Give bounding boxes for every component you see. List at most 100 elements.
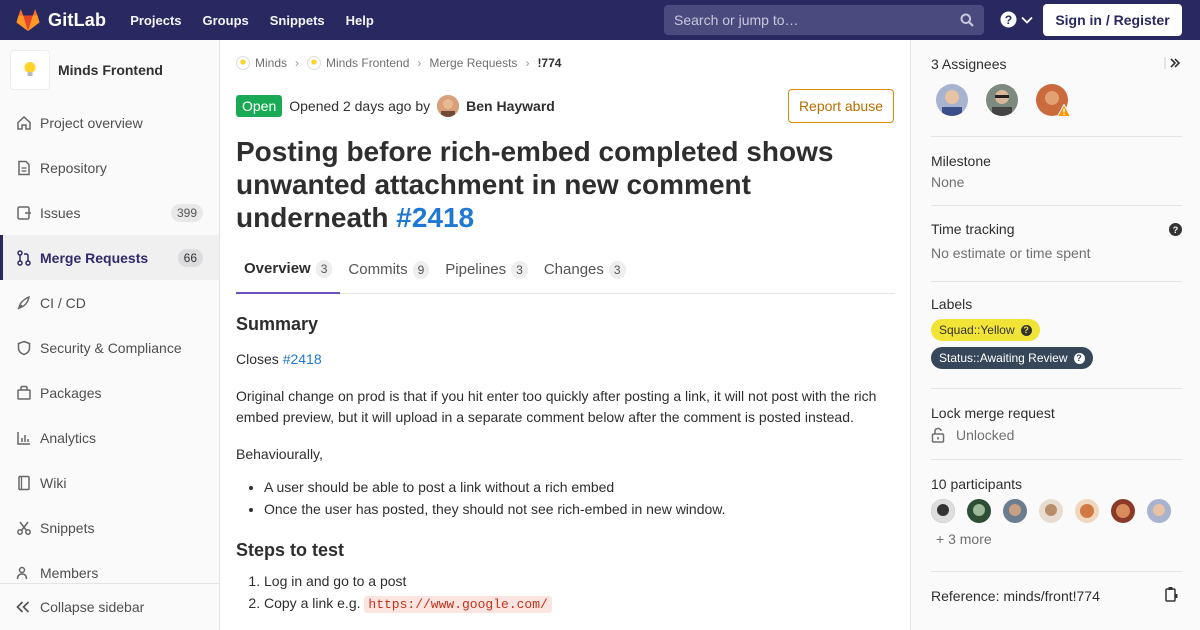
sidebar-item-issues[interactable]: Issues 399 [0,190,219,235]
author-link[interactable]: Ben Hayward [466,98,555,114]
sidebar-item-project-overview[interactable]: Project overview [0,100,219,145]
merge-requests-count-badge: 66 [177,248,203,267]
sidebar-item-label: Wiki [40,474,67,491]
chart-icon [16,429,34,447]
avatar[interactable] [1003,499,1027,523]
list-item: Once the user has posted, they should no… [264,499,896,520]
labels-block: Labels Squad::Yellow ? Status::Awaiting … [931,282,1182,389]
closes-text: Closes [236,351,279,367]
label-status-awaiting-review[interactable]: Status::Awaiting Review ? [931,347,1093,369]
avatar[interactable] [1075,499,1099,523]
description-paragraph: Original change on prod is that if you h… [236,388,877,425]
breadcrumb-label: Minds [255,56,288,70]
merge-request-icon [16,249,34,267]
report-abuse-button[interactable]: Report abuse [787,89,894,123]
label-squad-yellow[interactable]: Squad::Yellow ? [931,319,1040,341]
avatar[interactable] [437,95,460,117]
copy-clipboard-icon[interactable] [1165,586,1178,602]
main-content: Minds › Minds Frontend › Merge Requests … [236,40,896,616]
tab-label: Overview [244,260,311,277]
breadcrumb-minds[interactable]: Minds [236,56,287,70]
sidebar-item-repository[interactable]: Repository [0,145,219,190]
chevron-down-icon [1021,16,1033,24]
sidebar-item-packages[interactable]: Packages [0,370,219,415]
gitlab-tanuki-icon [16,9,40,31]
milestone-block: Milestone None [931,137,1182,206]
sidebar-item-label: Analytics [40,429,97,446]
sidebar-item-snippets[interactable]: Snippets [0,505,219,550]
lightbulb-icon [24,62,36,76]
time-tracking-value: No estimate or time spent [931,245,1091,261]
sidebar-item-label: Security & Compliance [40,339,182,356]
labels-list: Squad::Yellow ? [931,312,1182,341]
lightbulb-icon [307,56,322,70]
avatar[interactable] [1039,499,1063,523]
search-box[interactable] [664,5,984,35]
top-nav-links: Projects Groups Snippets Help [130,13,395,28]
assignees-title: 3 Assignees [931,56,1007,72]
project-avatar [10,50,50,90]
nav-groups-link[interactable]: Groups [203,13,249,28]
sidebar-item-analytics[interactable]: Analytics [0,415,219,460]
collapse-sidebar-button[interactable]: Collapse sidebar [0,583,219,630]
labels-list-row2: Status::Awaiting Review ? [931,341,1182,369]
mr-status-row: Open Opened 2 days ago by Ben Hayward Re… [236,86,896,126]
book-icon [16,474,34,492]
sign-in-register-button[interactable]: Sign in / Register [1043,4,1182,36]
avatar[interactable] [986,84,1018,116]
help-dropdown[interactable]: ? [1000,11,1033,28]
nav-projects-link[interactable]: Projects [130,13,181,28]
avatar[interactable] [967,499,991,523]
nav-help-link[interactable]: Help [346,13,374,28]
sidebar-item-label: Packages [40,384,102,401]
question-circle-icon[interactable]: ? [1169,223,1182,236]
behaviour-list: A user should be able to post a link wit… [264,477,896,520]
nav-snippets-link[interactable]: Snippets [270,13,325,28]
avatar[interactable] [931,499,955,523]
lightbulb-icon [236,56,250,70]
sidebar-item-label: CI / CD [40,294,86,311]
avatar[interactable] [1111,499,1135,523]
lock-value: Unlocked [956,427,1015,443]
closes-issue-link[interactable]: #2418 [283,351,322,367]
sidebar-item-wiki[interactable]: Wiki [0,460,219,505]
tab-pipelines[interactable]: Pipelines 3 [437,245,536,294]
steps-list: Log in and go to a post Copy a link e.g.… [264,571,896,615]
page-title: Posting before rich-embed completed show… [236,135,876,234]
step-text: Copy a link e.g. [264,595,361,611]
tab-count-badge: 3 [511,260,528,279]
mr-tabs: Overview 3 Commits 9 Pipelines 3 Changes… [236,245,895,294]
collapse-right-sidebar-icon[interactable] [1164,56,1180,70]
steps-heading: Steps to test [236,540,345,560]
reference-text: Reference: minds/front!774 [931,588,1100,604]
gitlab-logo[interactable]: GitLab [16,0,106,40]
lock-block: Lock merge request Unlocked [931,389,1182,460]
shield-icon [16,339,34,357]
tab-changes[interactable]: Changes 3 [536,245,634,294]
milestone-value: None [931,174,965,190]
project-header[interactable]: Minds Frontend [0,40,219,100]
breadcrumb-mr-id[interactable]: !774 [537,56,561,70]
list-item: A user should be able to post a link wit… [264,477,896,498]
breadcrumb-merge-requests[interactable]: Merge Requests [429,56,517,70]
avatar[interactable] [936,84,968,116]
breadcrumb-minds-frontend[interactable]: Minds Frontend [307,56,409,70]
inline-code: https://www.google.com/ [364,596,552,613]
home-icon [16,114,34,132]
search-input[interactable] [674,12,944,28]
lock-title: Lock merge request [931,405,1055,421]
description-paragraph: Behaviourally, [236,446,323,462]
sidebar-item-security-compliance[interactable]: Security & Compliance [0,325,219,370]
participant-avatars [931,499,1182,523]
issue-ref-link[interactable]: #2418 [396,202,474,233]
tab-overview[interactable]: Overview 3 [236,245,341,294]
search-icon[interactable] [960,13,974,27]
tab-count-badge: 3 [315,259,333,278]
summary-heading: Summary [236,314,319,334]
sidebar-item-ci-cd[interactable]: CI / CD [0,280,219,325]
more-participants-link[interactable]: + 3 more [936,531,1182,547]
tab-commits[interactable]: Commits 9 [340,245,437,294]
avatar[interactable] [1036,84,1071,117]
avatar[interactable] [1147,499,1171,523]
sidebar-item-merge-requests[interactable]: Merge Requests 66 [0,235,219,280]
